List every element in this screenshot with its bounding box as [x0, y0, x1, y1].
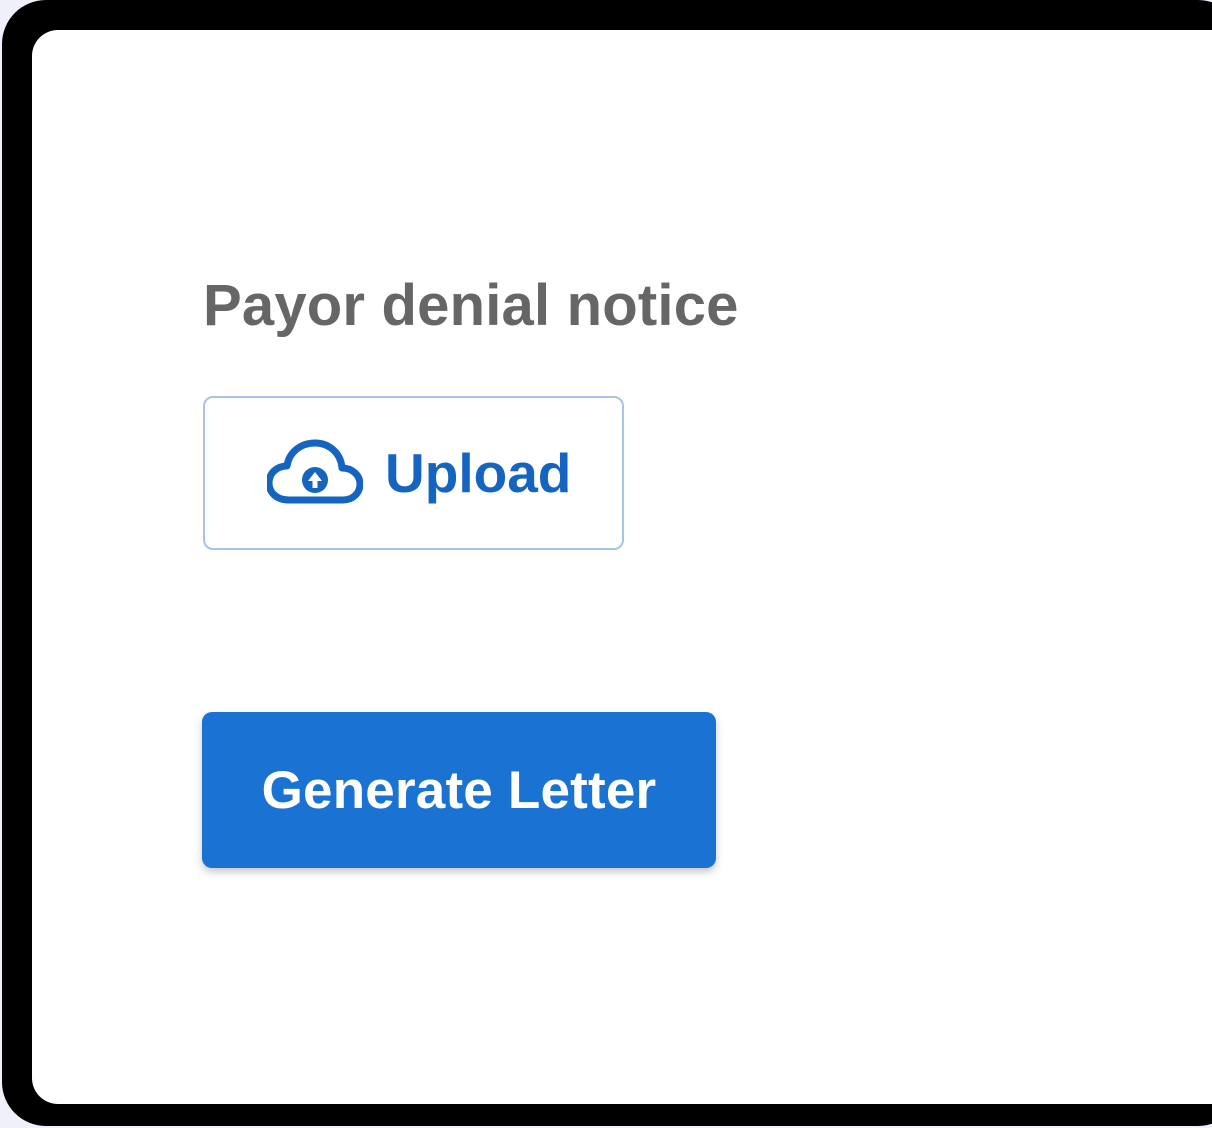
upload-button[interactable]: Upload: [203, 396, 624, 550]
cloud-upload-icon: [267, 438, 363, 508]
app-screen: [32, 30, 1212, 1104]
payor-denial-notice-label: Payor denial notice: [203, 273, 739, 338]
generate-letter-button[interactable]: Generate Letter: [202, 712, 716, 868]
upload-button-label: Upload: [385, 442, 572, 504]
generate-letter-label: Generate Letter: [261, 760, 657, 820]
device-frame: [2, 0, 1212, 1126]
